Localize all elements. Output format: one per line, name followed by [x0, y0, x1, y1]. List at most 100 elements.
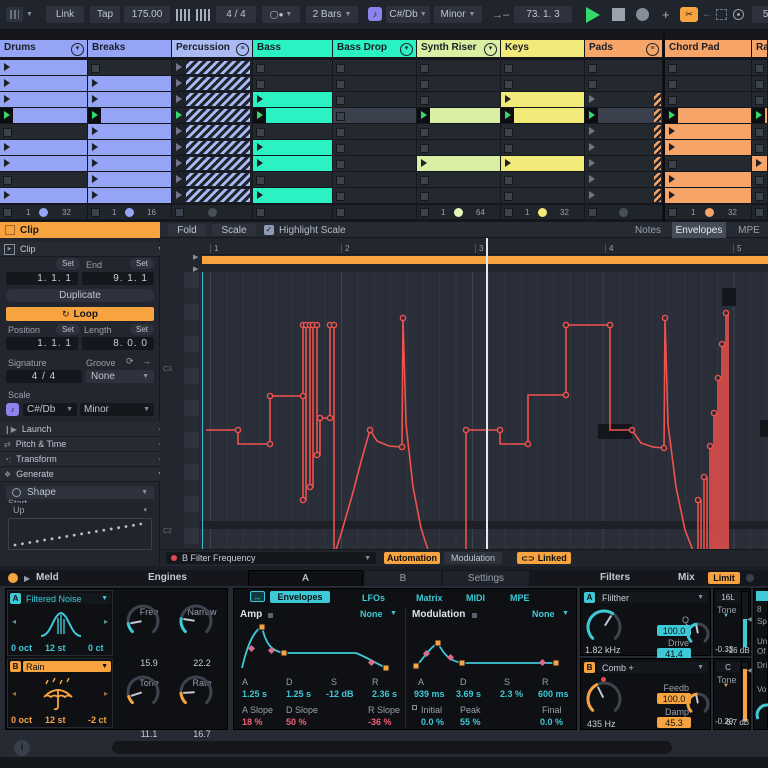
- tab-mpe[interactable]: MPE: [730, 222, 768, 238]
- metronome-button[interactable]: ◯●▼: [262, 6, 300, 23]
- play-button[interactable]: [586, 7, 600, 23]
- clip-slot[interactable]: [585, 140, 662, 155]
- clip-slot[interactable]: [665, 124, 751, 139]
- clip-slot[interactable]: [333, 92, 416, 107]
- stop-button[interactable]: [3, 128, 12, 137]
- track-header[interactable]: Synth Riser▾: [417, 40, 500, 57]
- mod-s-value[interactable]: 2.3 %: [500, 689, 523, 699]
- voices-box[interactable]: [756, 591, 768, 601]
- clip-slot[interactable]: [172, 108, 252, 123]
- modulation-toggle[interactable]: Modulation: [444, 552, 502, 564]
- amp-a-value[interactable]: 1.25 s: [242, 689, 267, 699]
- filter-b-fb-value[interactable]: 100.0: [657, 693, 691, 704]
- back-to-arrangement-button[interactable]: ←: [702, 9, 712, 20]
- initial-checkbox[interactable]: [412, 705, 417, 710]
- amp-d-slope[interactable]: 50 %: [286, 717, 307, 727]
- playing-clip[interactable]: [752, 108, 767, 123]
- arrangement-position-field[interactable]: 73. 1. 3: [514, 6, 572, 23]
- clip-start-field[interactable]: 1. 1. 1: [6, 272, 78, 285]
- clip-slot[interactable]: [585, 108, 662, 123]
- clip-slot[interactable]: [665, 76, 751, 91]
- stop-button[interactable]: [336, 160, 345, 169]
- clip-slot[interactable]: [501, 188, 584, 203]
- clip-slot[interactable]: [333, 60, 416, 75]
- mod-mod-source[interactable]: None: [532, 609, 555, 619]
- capture-midi-button[interactable]: [733, 9, 744, 20]
- mix-a-level[interactable]: -16 dB: [726, 646, 750, 655]
- stop-button[interactable]: [504, 176, 513, 185]
- mix-b-fader-handle-icon[interactable]: ◀: [747, 667, 752, 674]
- amp-mod-dot[interactable]: [268, 613, 273, 618]
- mod-final-value[interactable]: 0.0 %: [540, 717, 563, 727]
- generate-section[interactable]: ❖Generate▼: [0, 467, 168, 482]
- stop-button[interactable]: [256, 64, 265, 73]
- stop-button[interactable]: [504, 80, 513, 89]
- stop-button[interactable]: [588, 80, 597, 89]
- stop-button[interactable]: [420, 144, 429, 153]
- clip-slot[interactable]: [752, 140, 767, 155]
- stop-button[interactable]: [256, 128, 265, 137]
- clip-slot[interactable]: [752, 156, 767, 171]
- shape-preview[interactable]: [8, 518, 152, 550]
- clip-slot[interactable]: [417, 60, 500, 75]
- stop-button[interactable]: [755, 96, 764, 105]
- stop-button[interactable]: [504, 192, 513, 201]
- shape-selector[interactable]: Shape▼: [6, 486, 154, 499]
- clip-slot[interactable]: [752, 76, 767, 91]
- clip-slot[interactable]: [501, 124, 584, 139]
- tempo-field[interactable]: 175.00: [124, 6, 170, 23]
- clip-slot[interactable]: [333, 188, 416, 203]
- clip-slot[interactable]: [417, 156, 500, 171]
- group-icon[interactable]: ≡: [646, 43, 659, 56]
- chevron-circle-icon[interactable]: ▾: [484, 43, 497, 56]
- clip-slot[interactable]: [88, 140, 171, 155]
- tab-notes[interactable]: Notes: [628, 222, 668, 238]
- clip-slot[interactable]: [88, 76, 171, 91]
- track-header[interactable]: Keys: [501, 40, 584, 57]
- beat-ruler[interactable]: 12345: [200, 242, 768, 255]
- clip-slot[interactable]: [88, 92, 171, 107]
- clip-slot[interactable]: [333, 172, 416, 187]
- engine-a-next-icon[interactable]: ▸: [104, 617, 108, 626]
- track-stop-button[interactable]: [175, 208, 184, 217]
- clip-slot[interactable]: [0, 172, 87, 187]
- stop-button[interactable]: [504, 128, 513, 137]
- limit-button[interactable]: Limit: [708, 572, 740, 584]
- subtab-matrix[interactable]: Matrix: [416, 593, 443, 603]
- clip-slot[interactable]: [501, 92, 584, 107]
- stop-button[interactable]: [336, 192, 345, 201]
- clip-signature-field[interactable]: 4 / 4: [6, 370, 82, 383]
- filter-b-freq[interactable]: 435 Hz: [587, 719, 616, 729]
- link-button[interactable]: Link: [46, 6, 84, 23]
- clip-slot[interactable]: [333, 108, 416, 123]
- clip-slot[interactable]: [172, 76, 252, 91]
- track-stop-button[interactable]: [91, 208, 100, 217]
- length-set-button[interactable]: Set: [130, 324, 154, 335]
- clip-slot[interactable]: [665, 60, 751, 75]
- stop-button[interactable]: [755, 192, 764, 201]
- stop-button[interactable]: [755, 80, 764, 89]
- mod-d-value[interactable]: 3.69 s: [456, 689, 481, 699]
- filter-a-q-value[interactable]: 100.0: [657, 625, 691, 636]
- clip-slot[interactable]: [585, 156, 662, 171]
- amp-mod-source[interactable]: None: [360, 609, 383, 619]
- stop-button[interactable]: [336, 144, 345, 153]
- clip-slot[interactable]: [0, 124, 87, 139]
- clip-slot[interactable]: [417, 124, 500, 139]
- clip-slot[interactable]: [0, 76, 87, 91]
- stop-button[interactable]: [755, 176, 764, 185]
- tab-envelopes[interactable]: Envelopes: [672, 222, 726, 238]
- clip-slot[interactable]: [417, 172, 500, 187]
- clip-slot[interactable]: [253, 92, 332, 107]
- fold-button[interactable]: Fold: [168, 224, 206, 236]
- stop-button[interactable]: [668, 96, 677, 105]
- clip-slot[interactable]: [0, 92, 87, 107]
- track-stop-button[interactable]: [3, 208, 12, 217]
- track-stop-button[interactable]: [588, 208, 597, 217]
- mix-a-pan[interactable]: 16L: [716, 592, 740, 602]
- groove-menu[interactable]: None▼: [86, 370, 154, 383]
- track-stop-button[interactable]: [668, 208, 677, 217]
- mix-b-level[interactable]: 6.7 dB: [726, 718, 749, 727]
- stop-button[interactable]: [504, 144, 513, 153]
- scale-button[interactable]: Scale: [212, 224, 256, 236]
